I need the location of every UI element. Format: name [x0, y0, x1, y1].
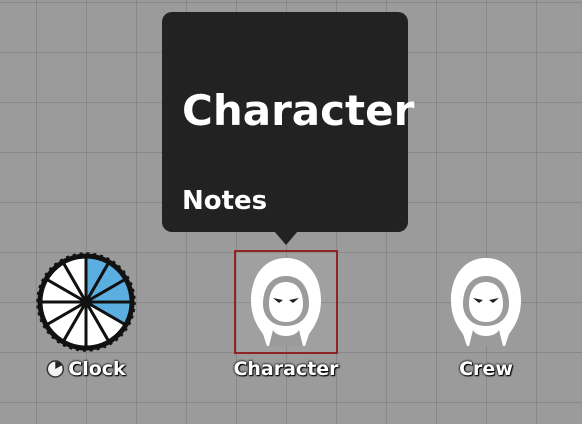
character-token[interactable] — [234, 250, 338, 354]
hooded-figure-icon — [451, 258, 521, 346]
token-tooltip: Character Notes — [162, 12, 414, 245]
hooded-figure-icon — [251, 258, 321, 346]
tooltip-notes-heading: Notes — [182, 186, 268, 216]
crew-label[interactable]: Crew — [459, 356, 513, 382]
tooltip-title: Character — [182, 86, 415, 135]
crew-token[interactable] — [434, 250, 538, 354]
clock-token[interactable] — [34, 250, 138, 354]
clock-label[interactable]: Clock — [46, 356, 126, 382]
character-label[interactable]: Character — [233, 356, 338, 382]
clock-label-text: Clock — [68, 358, 126, 380]
progress-clock-icon — [36, 252, 136, 352]
timer-icon — [46, 360, 65, 378]
